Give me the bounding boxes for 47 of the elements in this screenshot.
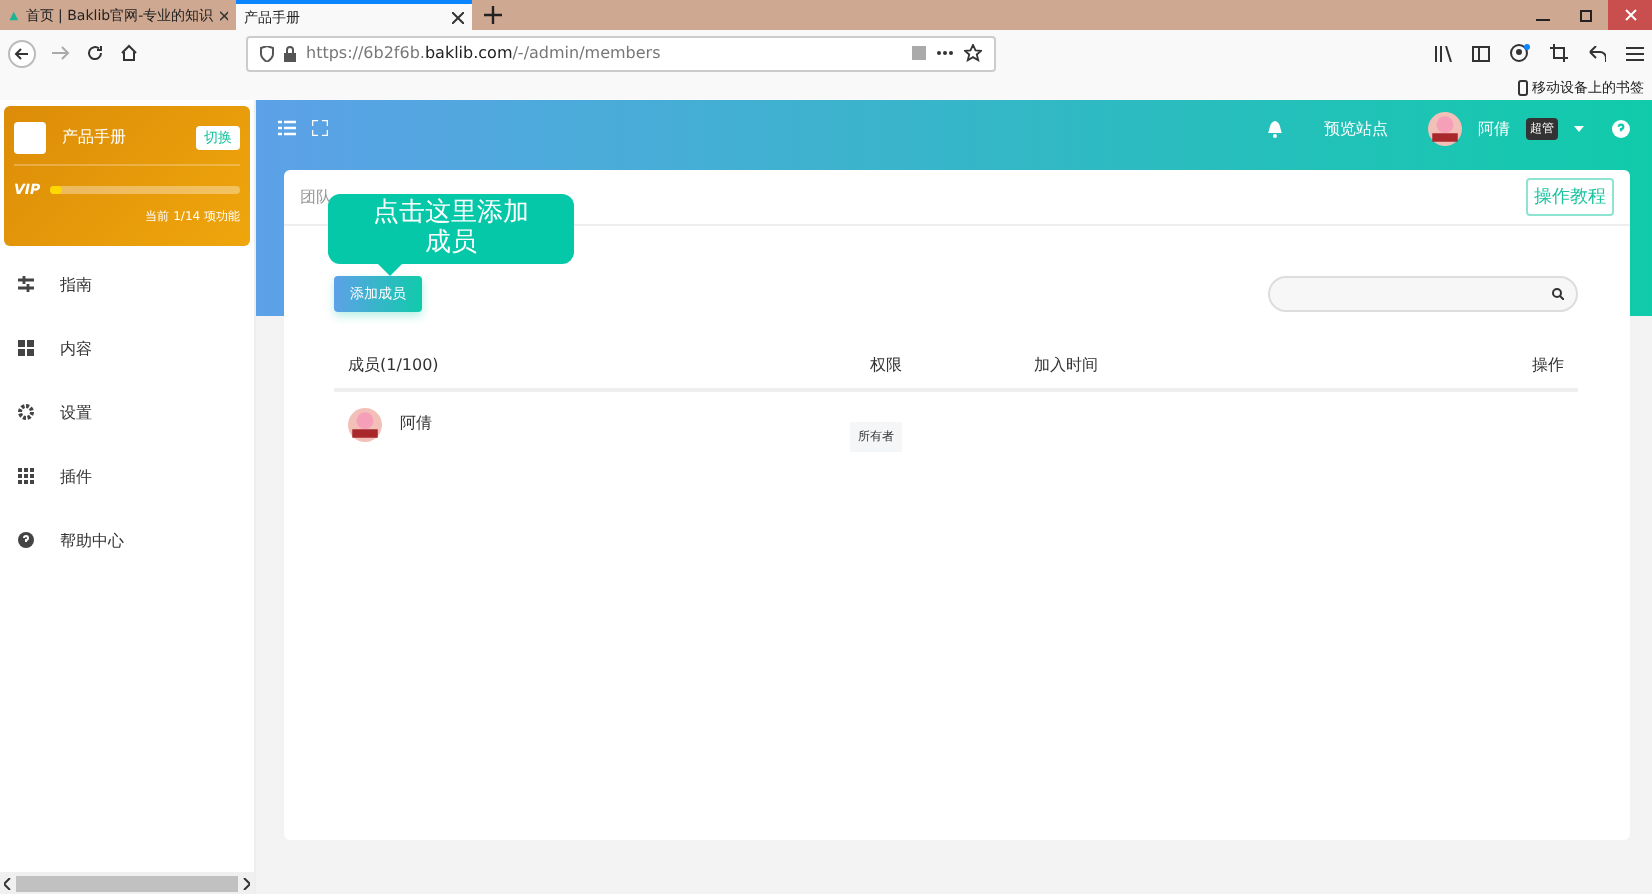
more-icon[interactable] [936,50,954,56]
help-icon [18,532,34,548]
sidebar-icon[interactable] [1472,45,1490,61]
back-icon[interactable] [8,39,36,67]
grid-icon [18,340,34,356]
member-avatar [348,407,382,441]
library-icon[interactable] [1434,45,1452,61]
sidebar-item[interactable]: 内容 [0,316,254,380]
search-icon [1552,288,1564,300]
scroll-left-icon[interactable] [4,877,12,889]
sidebar-item[interactable]: 设置 [0,380,254,444]
address-bar[interactable]: https://6b2f6b.baklib.com/-/admin/members [246,35,996,71]
scrollbar[interactable] [0,872,254,894]
column-header: 加入时间 [916,340,1216,392]
menu-icon[interactable] [1626,45,1644,61]
site-logo [14,121,46,153]
home-icon[interactable] [120,44,138,62]
new-tab-icon[interactable] [484,6,502,24]
search-field[interactable] [1268,276,1578,312]
reload-icon[interactable] [86,44,104,62]
column-header: 权限 [696,340,916,392]
restore-icon[interactable] [1579,8,1593,22]
dots-grid-icon [18,468,34,484]
sliders-icon [18,276,34,292]
scroll-right-icon[interactable] [242,877,250,889]
sidebar-item[interactable]: 帮助中心 [0,508,254,572]
account-icon[interactable] [1510,44,1530,62]
tooltip-pointer [376,262,404,276]
undo-icon[interactable] [1588,45,1606,61]
star-icon[interactable] [964,44,982,62]
close-icon[interactable] [219,9,228,21]
column-header: 操作 [1216,340,1578,392]
lock-icon [284,45,296,61]
user-avatar [1428,111,1462,145]
list-icon[interactable] [278,120,296,136]
site-name: 产品手册 [62,126,128,148]
column-header: 成员(1/100) [334,340,696,392]
sidebar-item[interactable]: 指南 [0,252,254,316]
phone-icon [1518,80,1528,96]
fullscreen-icon[interactable] [312,120,328,136]
close-icon[interactable] [452,11,464,23]
shield-icon [260,45,274,61]
settings-icon [18,404,34,420]
crop-icon[interactable] [1550,44,1568,62]
sidebar-item[interactable]: 插件 [0,444,254,508]
tooltip: 点击这里添加成员 [328,194,574,264]
member-name: 阿倩 [400,412,432,434]
